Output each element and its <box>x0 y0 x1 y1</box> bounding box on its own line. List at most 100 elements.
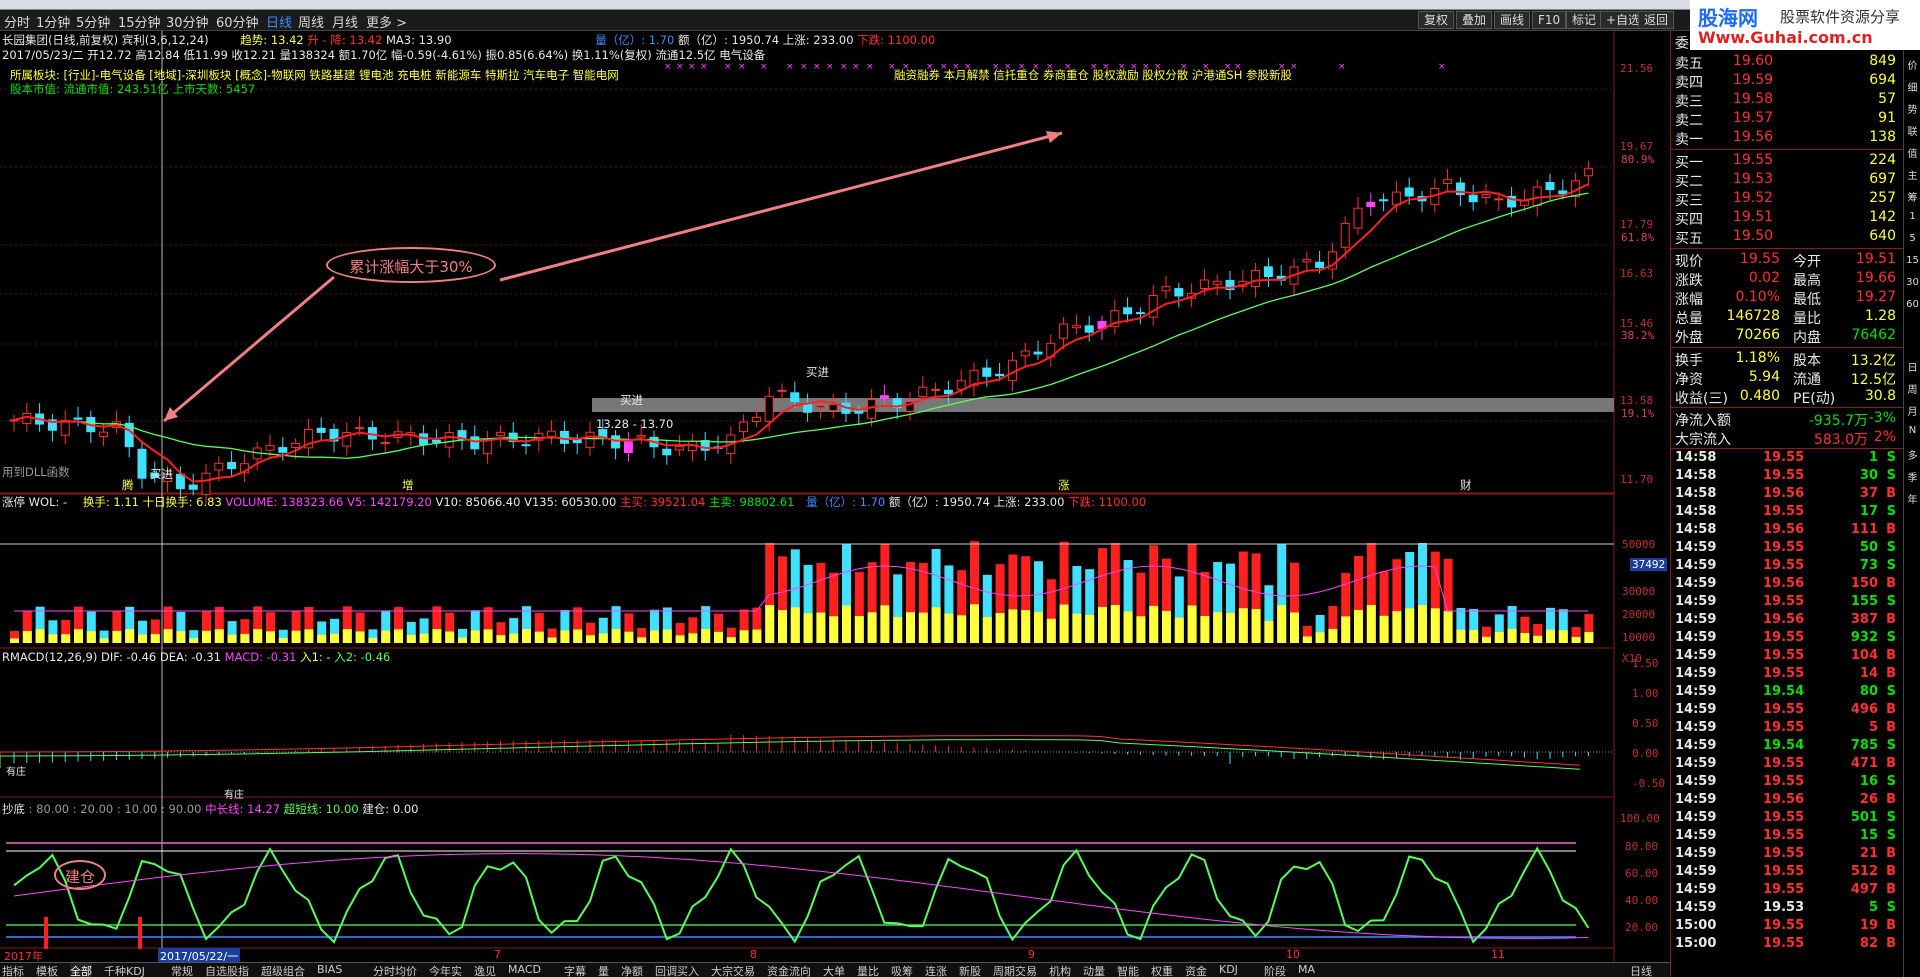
period-tab[interactable]: 30分钟 <box>166 12 209 31</box>
x-mark: × <box>800 62 808 72</box>
tick-price: 19.55 <box>1763 810 1805 825</box>
macd-mark: 有庄 <box>6 767 26 778</box>
candle-body <box>790 392 800 403</box>
indicator-tab[interactable]: 权重 <box>1151 963 1173 977</box>
build-signal-bar <box>44 917 48 949</box>
period-tab[interactable]: 月线 <box>332 12 358 31</box>
v10: V10: 85066.40 <box>435 495 521 509</box>
side-tool-button[interactable]: 周 <box>1905 381 1920 396</box>
bottom-axis-label: 80.00 <box>1625 840 1659 853</box>
indicator-tab[interactable]: 机构 <box>1049 963 1071 977</box>
side-tool-button[interactable]: 价 <box>1905 57 1920 72</box>
tick-time: 14:59 <box>1675 792 1717 807</box>
period-tab[interactable]: 更多 > <box>366 12 407 31</box>
side-tool-button[interactable]: 1 <box>1905 211 1920 222</box>
side-tool-button[interactable]: 5 <box>1905 233 1920 244</box>
indicator-tab[interactable]: KDJ <box>1219 963 1238 976</box>
ask-level: 卖四 <box>1675 75 1703 91</box>
toolbar-button[interactable]: F10 <box>1532 11 1567 29</box>
indicator-tab[interactable]: 资金 <box>1185 963 1207 977</box>
indicator-tab[interactable]: 今年实 <box>429 963 462 977</box>
indicator-tab[interactable]: 资金流向 <box>767 963 811 977</box>
tick-row: 14:58 19.56 37 B <box>1675 486 1900 504</box>
side-tool-button[interactable]: 势 <box>1905 101 1920 116</box>
toolbar-button[interactable]: 画线 <box>1494 11 1531 29</box>
indicator-tab[interactable]: 净额 <box>621 963 643 977</box>
ask-price: 19.56 <box>1733 129 1774 145</box>
period-tab[interactable]: 日线 <box>266 12 292 31</box>
indicator-tab[interactable]: 新股 <box>959 963 981 977</box>
indicator-tab[interactable]: MA <box>1298 963 1315 976</box>
indicator-tab[interactable]: 大宗交易 <box>711 963 755 977</box>
tick-time: 14:59 <box>1675 666 1717 681</box>
indicator-tab[interactable]: 分时均价 <box>373 963 417 977</box>
indicator-tab[interactable]: 字幕 <box>564 963 586 977</box>
indicator-tab[interactable]: 全部 <box>70 963 92 977</box>
indicator-tab[interactable]: 周期交易 <box>993 963 1037 977</box>
ask-volume: 694 <box>1869 72 1896 88</box>
period-tab[interactable]: 1分钟 <box>36 12 70 31</box>
indicator-tab[interactable]: MACD <box>508 963 541 976</box>
volume-bar-inner <box>688 633 698 643</box>
side-tool-button[interactable]: 年 <box>1905 491 1920 506</box>
indicator-tab[interactable]: 量比 <box>857 963 879 977</box>
fib-label: 19.1% <box>1621 407 1655 420</box>
indicator-tab[interactable]: 超级组合 <box>261 963 305 977</box>
side-tool-button[interactable]: 30 <box>1905 277 1920 288</box>
vol-axis-label: 20000 <box>1622 608 1656 621</box>
indicator-tab[interactable]: 连涨 <box>925 963 947 977</box>
indicator-tab[interactable]: 逸见 <box>474 963 496 977</box>
candle-body <box>662 448 672 456</box>
side-tool-button[interactable]: 60 <box>1905 299 1920 310</box>
period-tab[interactable]: 15分钟 <box>118 12 161 31</box>
side-tool-button[interactable]: 月 <box>1905 403 1920 418</box>
indicator-tab[interactable]: 智能 <box>1117 963 1139 977</box>
candle-body <box>943 389 953 395</box>
side-tool-button[interactable]: 主 <box>1905 167 1920 182</box>
indicator-tab[interactable]: 阶段 <box>1264 963 1286 977</box>
toolbar-button[interactable]: 返回 <box>1638 11 1675 29</box>
toolbar-button[interactable]: 标记 <box>1566 11 1603 29</box>
bid-volume: 640 <box>1869 228 1896 244</box>
quote-value: 146728 <box>1726 308 1780 324</box>
period-tab[interactable]: 5分钟 <box>76 12 110 31</box>
candle-body <box>1020 350 1030 357</box>
indicator-tab[interactable]: 自选股指 <box>205 963 249 977</box>
period-tab[interactable]: 周线 <box>298 12 324 31</box>
indicator-tab[interactable]: 吸筹 <box>891 963 913 977</box>
indicator-tab[interactable]: 大单 <box>823 963 845 977</box>
volume-bar-inner <box>1238 608 1248 643</box>
side-tool-button[interactable]: 季 <box>1905 469 1920 484</box>
indicator-tab[interactable]: 指标 <box>2 963 24 977</box>
side-tool-button[interactable]: 多 <box>1905 447 1920 462</box>
indicator-tab[interactable]: 常规 <box>171 963 193 977</box>
side-tool-button[interactable]: 联 <box>1905 123 1920 138</box>
indicator-tab[interactable]: 回调买入 <box>655 963 699 977</box>
tick-side: S <box>1886 594 1896 609</box>
stat-value: 1.18% <box>1735 350 1780 366</box>
tick-price: 19.55 <box>1763 756 1805 771</box>
side-tool-button[interactable]: 15 <box>1905 255 1920 266</box>
toolbar-button[interactable]: 复权 <box>1418 11 1455 29</box>
quote-label: 内盘 <box>1793 330 1821 346</box>
period-tab[interactable]: 分时 <box>4 12 30 31</box>
tick-time: 14:58 <box>1675 504 1717 519</box>
indicator-tab[interactable]: 动量 <box>1083 963 1105 977</box>
indicator-tab[interactable]: 模板 <box>36 963 58 977</box>
toolbar-button[interactable]: 叠加 <box>1456 11 1493 29</box>
indicator-tab[interactable]: 千种KDJ <box>104 963 145 977</box>
indicator-tab[interactable]: BIAS <box>317 963 342 976</box>
tick-volume: 17 <box>1859 504 1878 519</box>
volume-bar-inner <box>483 629 493 643</box>
side-tool-button[interactable]: 日 <box>1905 359 1920 374</box>
side-tool-button[interactable]: 细 <box>1905 79 1920 94</box>
tick-volume: 37 <box>1859 486 1878 501</box>
side-tool-button[interactable]: 值 <box>1905 145 1920 160</box>
candle-body <box>316 427 326 433</box>
side-tool-button[interactable]: N <box>1905 425 1920 436</box>
volume-bar-inner <box>189 638 199 643</box>
period-tab[interactable]: 60分钟 <box>216 12 259 31</box>
volume-bar-inner <box>1533 635 1543 643</box>
side-tool-button[interactable]: 筹 <box>1905 189 1920 204</box>
indicator-tab[interactable]: 量 <box>598 963 609 977</box>
